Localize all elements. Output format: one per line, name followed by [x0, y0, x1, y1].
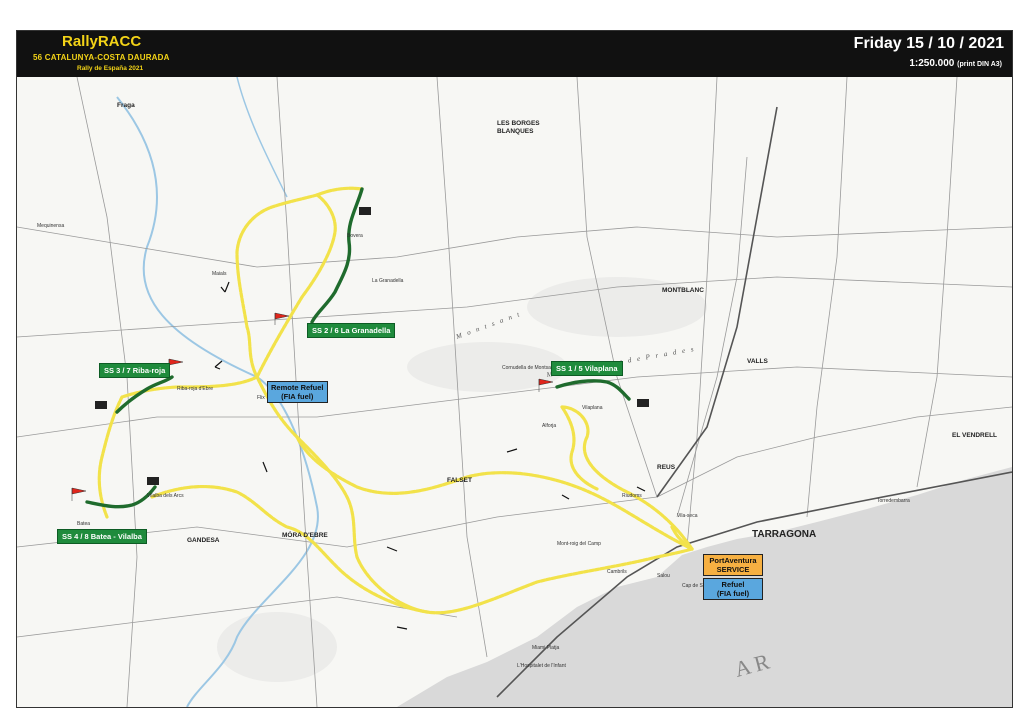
service-line2: SERVICE [716, 565, 750, 574]
terrain-prades [527, 277, 707, 337]
town-vilaplana: Vilaplana [582, 405, 603, 411]
service-box: PortAventura SERVICE [703, 554, 763, 576]
finish-flags [95, 207, 649, 485]
remote-refuel-line1: Remote Refuel [271, 383, 324, 392]
town-salou: Salou [657, 573, 670, 579]
town-reus: REUS [657, 464, 676, 471]
town-alforja: Alforja [542, 423, 556, 429]
remote-refuel-box: Remote Refuel (FIA fuel) [267, 381, 328, 403]
scale-note: (print DIN A3) [957, 61, 1002, 68]
town-fraga: Fraga [117, 102, 135, 109]
stage-label-ss2: SS 2 / 6 La Granadella [307, 323, 396, 338]
town-mora: MÓRA D'EBRE [282, 530, 328, 539]
scale-value: 1:250.000 [909, 58, 955, 69]
stage-path-batea [85, 485, 157, 509]
stage-path-vilaplana [555, 379, 631, 401]
town-gandesa: GANDESA [187, 537, 220, 544]
town-mequinensa: Mequinensa [37, 223, 64, 229]
range-montsant: M o n t s a n t [454, 310, 522, 341]
map-scale: 1:250.000 (print DIN A3) [909, 58, 1002, 69]
town-vilalba: Vilalba dels Arcs [147, 493, 184, 499]
town-montblanc: MONTBLANC [662, 287, 704, 294]
date-title: Friday 15 / 10 / 2021 [853, 35, 1004, 52]
town-riudoms: Riudoms [622, 493, 642, 499]
town-maials: Maials [212, 271, 227, 277]
event-subtitle: Rally de España 2021 [77, 65, 144, 72]
stage-path-granadella [310, 187, 364, 324]
flag-icon [168, 358, 184, 372]
stage-label-ss3: SS 3 / 7 Riba-roja [99, 363, 171, 378]
refuel-box: Refuel (FIA fuel) [703, 578, 763, 600]
town-flix: Flix [257, 395, 265, 401]
map-frame: RallyRACC 56 CATALUNYA-COSTA DAURADA Ral… [16, 30, 1013, 708]
remote-refuel-line2: (FIA fuel) [281, 392, 314, 401]
stage-label-ss4: SS 4 / 8 Batea - Vilalba [57, 529, 147, 544]
town-cambrils: Cambrils [607, 569, 627, 575]
town-valls: VALLS [747, 358, 768, 365]
town-borges: LES BORGES [497, 120, 540, 127]
checkered-flag-icon [147, 477, 159, 485]
event-name: 56 CATALUNYA-COSTA DAURADA [33, 53, 170, 62]
city-tarragona: TARRAGONA [752, 529, 816, 540]
header-bar: RallyRACC 56 CATALUNYA-COSTA DAURADA Ral… [17, 31, 1012, 77]
town-vendrell: EL VENDRELL [952, 432, 997, 439]
town-granadella: La Granadella [372, 278, 404, 284]
stage-label-ss1: SS 1 / 5 Vilaplana [551, 361, 623, 376]
route-map: TARRAGONA REUS VALLS MONTBLANC LES BORGE… [17, 77, 1012, 707]
town-falset: FALSET [447, 477, 472, 484]
flag-icon [71, 487, 87, 501]
town-batea: Batea [77, 521, 90, 527]
refuel-line2: (FIA fuel) [716, 589, 750, 598]
liaison-route [97, 186, 694, 615]
town-bovera: Bovera [347, 233, 363, 239]
town-hospitalet: L'Hospitalet de l'Infant [517, 663, 566, 669]
refuel-line1: Refuel [721, 580, 745, 589]
terrain-cardo [217, 612, 337, 682]
checkered-flag-icon [95, 401, 107, 409]
town-riba-roja: Riba-roja d'Ebre [177, 386, 213, 392]
town-vila-seca: Vila-seca [677, 513, 698, 519]
town-mont-roig: Mont-roig del Camp [557, 541, 601, 547]
town-borges-2: BLANQUES [497, 128, 534, 135]
checkered-flag-icon [637, 399, 649, 407]
brand-title: RallyRACC [62, 33, 142, 50]
checkered-flag-icon [359, 207, 371, 215]
town-torredembarra: Torredembarra [877, 498, 910, 504]
service-line1: PortAventura [709, 556, 757, 565]
river-segre [236, 77, 288, 198]
town-miami: Miami Platja [532, 645, 559, 651]
